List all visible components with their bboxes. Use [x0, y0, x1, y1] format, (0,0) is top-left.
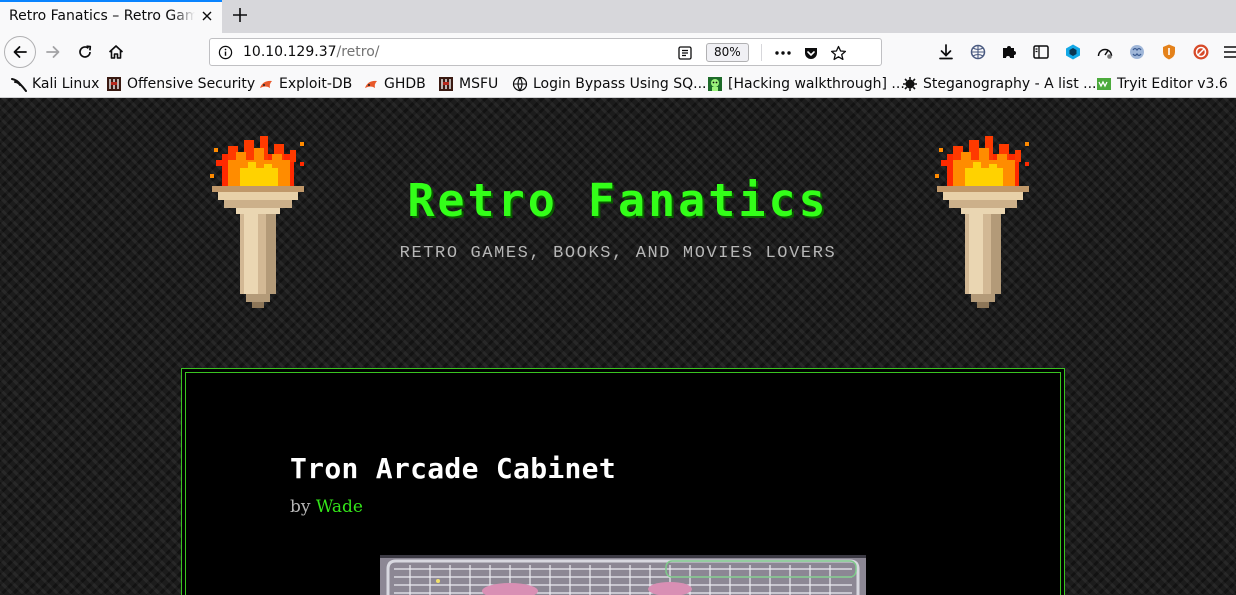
bookmark-label: [Hacking walkthrough] ...: [728, 76, 905, 92]
bookmark-exploit-db[interactable]: Exploit-DB: [258, 74, 352, 94]
bookmark-label: Exploit-DB: [279, 76, 353, 92]
gauge-extension-icon[interactable]: [1095, 42, 1115, 62]
bookmark-hacking-walkthrough[interactable]: [Hacking walkthrough] ...: [707, 74, 905, 94]
msfu-icon: [439, 77, 453, 91]
close-icon[interactable]: [199, 8, 215, 24]
home-icon: [108, 45, 124, 59]
w3-icon: [1097, 78, 1111, 90]
offsec-icon: [107, 77, 121, 91]
bookmarks-toolbar: Kali Linux Offensive Security Exploit-DB…: [0, 71, 1236, 98]
virus-icon: [903, 77, 917, 91]
shield-extension-icon[interactable]: [1159, 42, 1179, 62]
bookmark-label: Offensive Security: [127, 76, 256, 92]
site-tagline: RETRO GAMES, BOOKS, AND MOVIES LOVERS: [399, 244, 837, 263]
sidebar-icon[interactable]: [1031, 42, 1051, 62]
bookmark-login-bypass[interactable]: Login Bypass Using SQ...: [512, 74, 707, 94]
ghdb-icon: [365, 80, 377, 88]
bookmark-tryit-editor[interactable]: Tryit Editor v3.6: [1096, 74, 1228, 94]
brain-extension-icon[interactable]: [1127, 42, 1147, 62]
globe-extension-icon[interactable]: [968, 42, 988, 62]
url-text[interactable]: 10.10.129.37/retro/: [243, 44, 380, 60]
tab-strip: Retro Fanatics – Retro Games, Books, and…: [0, 0, 1236, 33]
post-image: [380, 555, 866, 595]
bookmark-label: MSFU: [459, 76, 499, 92]
bookmark-steganography[interactable]: Steganography - A list ...: [902, 74, 1097, 94]
kali-dragon-icon: [11, 78, 27, 92]
globe-icon: [512, 76, 528, 92]
byline-prefix: by: [290, 497, 311, 517]
bookmark-label: Login Bypass Using SQ...: [533, 76, 707, 92]
plus-icon[interactable]: [230, 5, 250, 25]
active-tab[interactable]: Retro Fanatics – Retro Games, Books, and…: [0, 0, 222, 33]
home-button[interactable]: [101, 37, 131, 67]
author-link[interactable]: Wade: [316, 497, 363, 517]
menu-icon[interactable]: [1221, 42, 1236, 62]
bookmark-label: Tryit Editor v3.6: [1117, 76, 1228, 92]
hacker-icon: [708, 77, 722, 91]
bookmark-label: Steganography - A list ...: [923, 76, 1097, 92]
forward-arrow-icon: [46, 46, 60, 58]
download-icon[interactable]: [936, 42, 956, 62]
address-bar[interactable]: 10.10.129.37/retro/ 80%: [209, 38, 882, 66]
site-title[interactable]: Retro Fanatics: [0, 174, 1236, 227]
more-actions-icon[interactable]: [774, 45, 792, 61]
bookmark-kali-linux[interactable]: Kali Linux: [11, 74, 99, 94]
bookmark-star-icon[interactable]: [830, 45, 847, 61]
bookmark-offensive-security[interactable]: Offensive Security: [106, 74, 255, 94]
bookmark-label: Kali Linux: [32, 76, 100, 92]
bookmark-ghdb[interactable]: GHDB: [363, 74, 426, 94]
zoom-indicator[interactable]: 80%: [706, 43, 749, 62]
bookmark-msfu[interactable]: MSFU: [438, 74, 498, 94]
pocket-icon[interactable]: [803, 45, 819, 61]
reload-button[interactable]: [70, 37, 100, 67]
info-icon[interactable]: [218, 45, 233, 60]
navigation-toolbar: 10.10.129.37/retro/ 80%: [0, 33, 1236, 71]
url-host: 10.10.129.37: [243, 44, 337, 60]
arcade-cabinet-image: [380, 555, 866, 595]
cube-extension-icon[interactable]: [1063, 42, 1083, 62]
tab-title: Retro Fanatics – Retro Games, Books, and…: [9, 8, 195, 24]
reload-icon: [79, 45, 92, 58]
puzzle-extensions-icon[interactable]: [999, 42, 1019, 62]
exploitdb-icon: [260, 80, 272, 88]
back-arrow-icon: [13, 46, 27, 58]
url-path: /retro/: [336, 44, 380, 60]
post-byline: by Wade: [290, 497, 363, 517]
blocker-extension-icon[interactable]: [1191, 42, 1211, 62]
post-title[interactable]: Tron Arcade Cabinet: [290, 452, 616, 485]
back-button[interactable]: [4, 36, 36, 68]
forward-button[interactable]: [38, 37, 68, 67]
reader-view-icon[interactable]: [677, 45, 693, 61]
url-separator: [761, 44, 762, 61]
bookmark-label: GHDB: [384, 76, 426, 92]
